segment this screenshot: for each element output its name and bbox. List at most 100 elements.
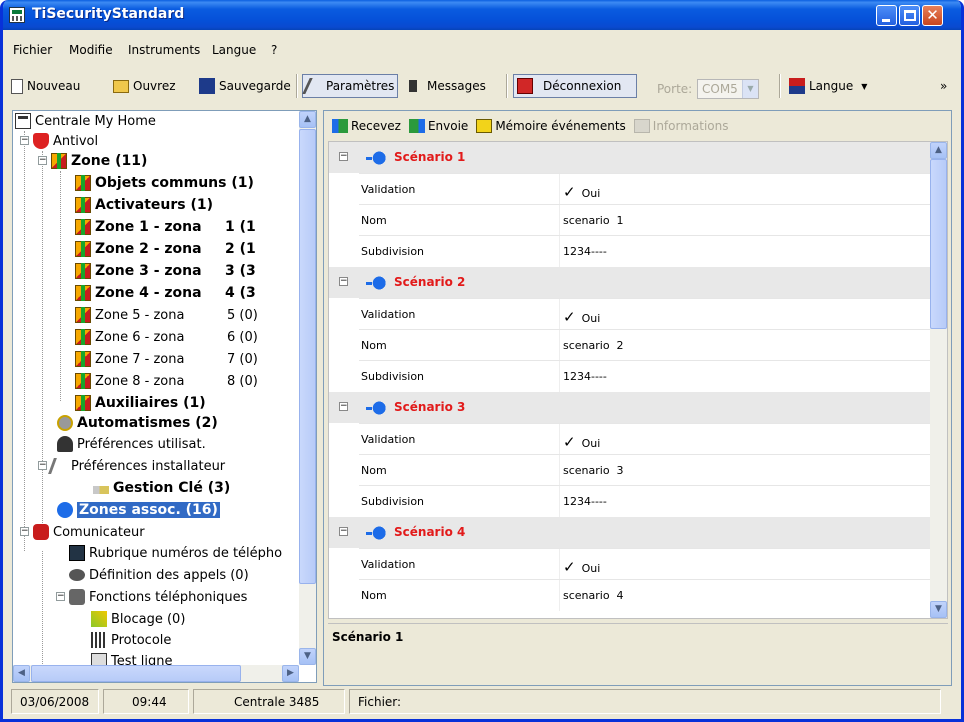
scenario-header[interactable]: − Scénario 3 <box>329 392 931 423</box>
tree-expander[interactable]: − <box>38 156 47 165</box>
tree-node-activateurs[interactable]: Activateurs (1) <box>75 195 213 215</box>
tree-node-antivol[interactable]: Antivol <box>33 131 98 151</box>
scroll-thumb[interactable] <box>299 129 316 584</box>
disconnect-button[interactable]: Déconnexion <box>513 74 637 98</box>
tree-expander[interactable]: − <box>38 461 47 470</box>
chevron-down-icon: ▼ <box>742 80 758 98</box>
menu-modifie[interactable]: Modifie <box>69 43 113 57</box>
tree-node-protocole[interactable]: Protocole <box>91 630 171 650</box>
collapse-icon[interactable]: − <box>339 277 348 286</box>
flag-icon <box>789 78 805 94</box>
event-memory-button[interactable]: Mémoire événements <box>476 119 626 133</box>
send-button[interactable]: Envoie <box>408 119 468 133</box>
scenario-header[interactable]: − Scénario 4 <box>329 517 931 548</box>
tree-node-definition[interactable]: Définition des appels (0) <box>69 565 249 585</box>
tree-line <box>42 551 43 682</box>
close-button[interactable]: ✕ <box>922 5 943 26</box>
tree-node-zone-item[interactable]: Zone 1 - zona 1 (1 <box>75 217 256 237</box>
collapse-icon[interactable]: − <box>339 402 348 411</box>
maximize-button[interactable] <box>899 5 920 26</box>
menu-help[interactable]: ? <box>271 43 277 57</box>
panel-icon <box>15 113 31 129</box>
scroll-up-icon[interactable]: ▲ <box>299 111 316 128</box>
maximize-icon <box>904 10 916 21</box>
open-button[interactable]: Ouvrez <box>113 74 176 98</box>
language-button[interactable]: Langue ▼ <box>789 74 867 98</box>
collapse-icon[interactable]: − <box>339 527 348 536</box>
tree-node-objets[interactable]: Objets communs (1) <box>75 173 254 193</box>
property-row[interactable]: Nom scenario 3 <box>359 454 931 486</box>
scroll-down-icon[interactable]: ▼ <box>930 601 947 618</box>
tree-node-fonctions[interactable]: Fonctions téléphoniques <box>69 587 247 607</box>
property-row[interactable]: Validation ✓ Oui <box>359 173 931 205</box>
tree-label: Rubrique numéros de télépho <box>89 545 283 561</box>
tree-node-comunicateur[interactable]: Comunicateur <box>33 522 145 542</box>
property-value: 1234---- <box>563 495 607 508</box>
minimize-button[interactable] <box>876 5 897 26</box>
scroll-up-icon[interactable]: ▲ <box>930 142 947 159</box>
property-row[interactable]: Validation ✓ Oui <box>359 423 931 455</box>
messages-button[interactable]: Messages <box>409 74 486 98</box>
tree-node-zone-item[interactable]: Zone 4 - zona 4 (3 <box>75 283 256 303</box>
scroll-right-icon[interactable]: ▶ <box>282 665 299 682</box>
tree-node-pref-install[interactable]: Préférences installateur <box>48 456 225 476</box>
tree-expander[interactable]: − <box>20 527 29 536</box>
tree-node-blocage[interactable]: Blocage (0) <box>91 609 185 629</box>
property-row[interactable]: Validation ✓ Oui <box>359 298 931 330</box>
new-button[interactable]: Nouveau <box>11 74 80 98</box>
tree-label: Zone 1 - zona <box>95 219 202 235</box>
tree-node-zone-item[interactable]: Zone 3 - zona 3 (3 <box>75 261 256 281</box>
tree-node-zone-item[interactable]: Zone 6 - zona 6 (0) <box>75 327 258 347</box>
save-label: Sauvegarde <box>219 79 291 93</box>
tree-vertical-scrollbar[interactable]: ▲ ▼ <box>299 111 316 665</box>
tree-node-auxiliaires[interactable]: Auxiliaires (1) <box>75 393 206 413</box>
scroll-thumb[interactable] <box>930 159 947 329</box>
scroll-left-icon[interactable]: ◀ <box>13 665 30 682</box>
tree-expander[interactable]: − <box>56 592 65 601</box>
property-row[interactable]: Nom scenario 4 <box>359 579 931 611</box>
property-row[interactable]: Nom scenario 2 <box>359 329 931 361</box>
property-row[interactable]: Subdivision 1234---- <box>359 485 931 517</box>
tree-node-rubrique[interactable]: Rubrique numéros de télépho <box>69 543 282 563</box>
receive-button[interactable]: Recevez <box>332 119 401 133</box>
title-bar[interactable]: TiSecurityStandard ✕ <box>3 0 961 30</box>
tree-label: Zone 3 - zona <box>95 263 202 279</box>
scenario-header[interactable]: − Scénario 2 <box>329 267 931 298</box>
tree-expander[interactable]: − <box>20 136 29 145</box>
menu-langue[interactable]: Langue <box>212 43 256 57</box>
tree-horizontal-scrollbar[interactable]: ◀ ▶ <box>13 665 299 682</box>
tree-node-zone-item[interactable]: Zone 2 - zona 2 (1 <box>75 239 256 259</box>
tree-node-gestion-cle[interactable]: Gestion Clé (3) <box>93 478 230 498</box>
parameters-button[interactable]: Paramètres <box>302 74 399 98</box>
tree-node-zone[interactable]: Zone (11) <box>51 151 147 171</box>
tree-label: Protocole <box>111 632 172 648</box>
grid-vertical-scrollbar[interactable]: ▲ ▼ <box>930 142 947 618</box>
property-row[interactable]: Validation ✓ Oui <box>359 548 931 580</box>
memory-label: Mémoire événements <box>495 119 626 133</box>
disconnect-icon <box>517 78 533 94</box>
collapse-icon[interactable]: − <box>339 152 348 161</box>
menu-instruments[interactable]: Instruments <box>128 43 200 57</box>
scroll-thumb[interactable] <box>31 665 241 682</box>
tree-node-automatismes[interactable]: Automatismes (2) <box>57 413 218 433</box>
tree-node-zone-item[interactable]: Zone 5 - zona 5 (0) <box>75 305 258 325</box>
toolbar-overflow-button[interactable]: » <box>940 74 947 98</box>
zone-count: 8 (0) <box>227 373 258 389</box>
information-button[interactable]: Informations <box>633 119 729 133</box>
tree-label: Automatismes (2) <box>77 415 218 431</box>
property-row[interactable]: Nom scenario 1 <box>359 204 931 236</box>
scroll-down-icon[interactable]: ▼ <box>299 648 316 665</box>
property-row[interactable]: Subdivision 1234---- <box>359 360 931 392</box>
menu-fichier[interactable]: Fichier <box>13 43 52 57</box>
scenario-header[interactable]: − Scénario 1 <box>329 142 931 173</box>
tree-node-pref-util[interactable]: Préférences utilisat. <box>57 434 206 454</box>
tree-node-zone-item[interactable]: Zone 7 - zona 7 (0) <box>75 349 258 369</box>
tree-node-root[interactable]: Centrale My Home <box>15 111 156 131</box>
save-button[interactable]: Sauvegarde <box>199 74 291 98</box>
receive-label: Recevez <box>351 119 401 133</box>
property-row[interactable]: Subdivision 1234---- <box>359 235 931 267</box>
tree-node-zone-item[interactable]: Zone 8 - zona 8 (0) <box>75 371 258 391</box>
port-select[interactable]: COM5 ▼ <box>697 79 759 99</box>
zone-icon <box>75 219 91 235</box>
tree-node-zones-assoc[interactable]: Zones assoc. (16) <box>57 500 220 520</box>
